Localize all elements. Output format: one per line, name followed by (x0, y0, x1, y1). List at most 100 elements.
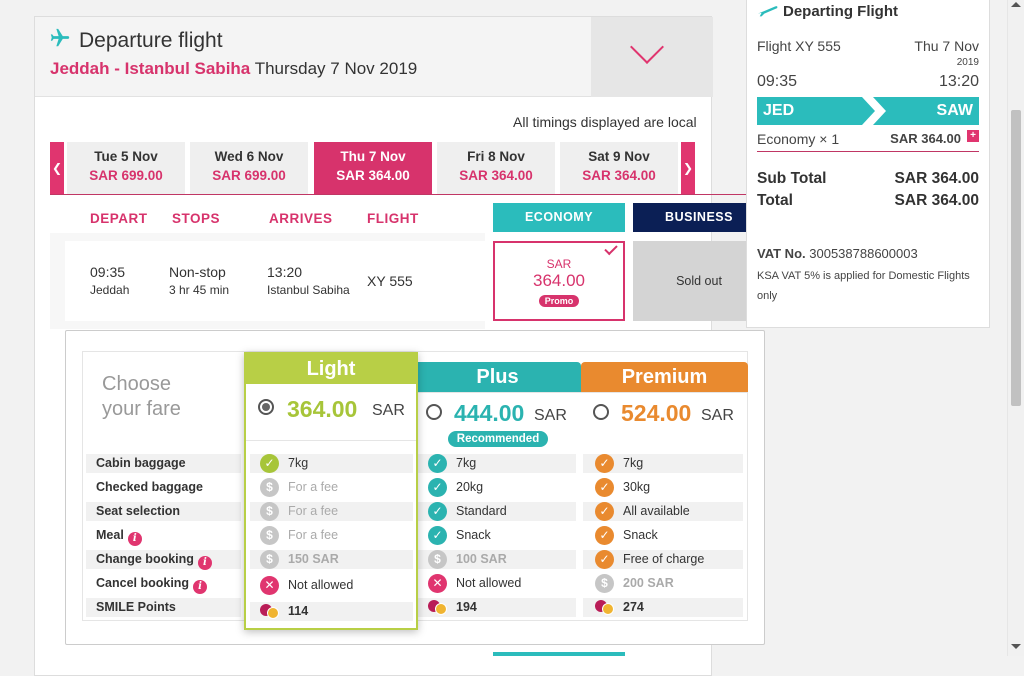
smile-points-icon (428, 598, 447, 617)
timing-note: All timings displayed are local (513, 114, 697, 130)
economy-price: 364.00 (533, 271, 585, 290)
summary-flight-number: Flight XY 555 (757, 38, 841, 54)
date-tab-day: Fri 8 Nov (467, 149, 525, 164)
feature-label-text: Cancel booking (96, 576, 190, 590)
feature-value: 7kg (288, 456, 309, 470)
feature-value: Free of charge (623, 552, 705, 566)
premium-smile-points: 274 (595, 598, 755, 617)
info-icon[interactable]: i (127, 532, 142, 546)
page-title: Departure flight (79, 29, 223, 52)
premium-meal: ✓ Snack (595, 526, 755, 545)
next-dates-button[interactable]: ❯ (681, 142, 695, 194)
fare-plus-header[interactable]: Plus (414, 362, 581, 392)
flight-row (65, 241, 485, 321)
light-checked-baggage: $ For a fee (260, 478, 420, 497)
total-value: SAR 364.00 (894, 192, 979, 209)
scrollbar-thumb[interactable] (1011, 110, 1021, 406)
fare-light-card[interactable]: Light 364.00 SAR ✓ 7kg $ For a fee $ For a … (244, 352, 418, 630)
fare-plus-radio[interactable] (426, 404, 442, 420)
light-cancel-booking: ✕ Not allowed (260, 576, 420, 595)
feature-value: Snack (456, 528, 491, 542)
total-label: Total (757, 192, 793, 209)
feature-label: Checked baggage (96, 480, 203, 494)
light-change-booking: $150 SAR (260, 550, 420, 569)
feature-value: 200 SAR (623, 576, 674, 590)
feature-label: Cancel booking i (96, 576, 208, 594)
summary-arr-time: 13:20 (938, 73, 979, 90)
promo-badge: Promo (538, 295, 580, 307)
date-tab-price: SAR 364.00 (459, 168, 533, 183)
economy-class-header[interactable]: ECONOMY (493, 203, 625, 232)
info-icon[interactable]: i (193, 580, 208, 594)
plane-icon (50, 28, 70, 47)
plus-change-booking: $100 SAR (428, 550, 588, 569)
check-icon: ✓ (428, 478, 447, 497)
date-tab-fri-8-nov[interactable]: Fri 8 Nov SAR 364.00 (437, 142, 555, 194)
route-date: Thursday 7 Nov 2019 (254, 59, 418, 78)
feature-label: SMILE Points (96, 600, 176, 614)
feature-value: 20kg (456, 480, 484, 494)
date-tab-price: SAR 364.00 (582, 168, 656, 183)
vat-note: KSA VAT 5% is applied for Domestic Fligh… (757, 270, 970, 302)
feature-value: Standard (456, 504, 507, 518)
date-tab-tue-5-nov[interactable]: Tue 5 Nov SAR 699.00 (67, 142, 185, 194)
smile-points-icon (260, 602, 279, 621)
plus-icon[interactable]: + (967, 130, 979, 142)
dollar-icon: $ (428, 550, 447, 569)
feature-value: 150 SAR (288, 552, 339, 566)
dollar-icon: $ (260, 550, 279, 569)
feature-value: All available (623, 504, 690, 518)
chevron-down-icon (630, 30, 664, 64)
feature-value: 7kg (456, 456, 477, 470)
date-tab-day: Sat 9 Nov (588, 149, 650, 164)
info-icon[interactable]: i (197, 556, 212, 570)
fare-light-radio[interactable] (258, 399, 274, 415)
check-icon: ✓ (260, 454, 279, 473)
summary-divider (757, 151, 979, 152)
date-tab-sat-9-nov[interactable]: Sat 9 Nov SAR 364.00 (560, 142, 678, 194)
check-icon: ✓ (595, 454, 614, 473)
subtotal-label: Sub Total (757, 170, 827, 187)
flight-header: Departure flight Jeddah - Istanbul Sabih… (35, 17, 713, 97)
summary-title: Departing Flight (783, 3, 898, 20)
check-icon: ✓ (428, 502, 447, 521)
route-name: Jeddah - Istanbul Sabiha (50, 59, 251, 78)
choose-line-2: your fare (102, 398, 181, 420)
destination-code: SAW (873, 97, 979, 125)
fare-light-header: Light (246, 354, 416, 384)
recommended-badge: Recommended (448, 431, 548, 447)
fare-premium-header[interactable]: Premium (581, 362, 748, 392)
premium-seat-selection: ✓ All available (595, 502, 755, 521)
feature-value: Not allowed (456, 576, 522, 590)
depart-city: Jeddah (90, 283, 130, 297)
feature-label-text: Meal (96, 528, 124, 542)
scroll-down-arrow[interactable] (1011, 644, 1021, 649)
fare-light-price: 364.00 (287, 396, 358, 422)
choose-fare-label: Choose your fare (102, 372, 181, 422)
check-icon: ✓ (595, 502, 614, 521)
check-icon: ✓ (595, 550, 614, 569)
scroll-up-arrow[interactable] (1011, 2, 1021, 7)
prev-dates-button[interactable]: ❮ (50, 142, 64, 194)
choose-line-1: Choose (102, 373, 171, 395)
vat-line: VAT No. 300538788600003 (757, 246, 918, 261)
feature-value: For a fee (288, 528, 339, 542)
feature-value: 7kg (623, 456, 644, 470)
date-tab-price: SAR 699.00 (89, 168, 163, 183)
economy-fare-option[interactable]: SAR 364.00 Promo (493, 241, 625, 321)
fare-premium-radio[interactable] (593, 404, 609, 420)
feature-value: 194 (456, 600, 477, 614)
route-bar: JED SAW (757, 97, 979, 125)
dollar-icon: $ (260, 478, 279, 497)
date-tab-thu-7-nov[interactable]: Thu 7 Nov SAR 364.00 (314, 142, 432, 194)
duration-value: 3 hr 45 min (169, 283, 230, 297)
collapse-toggle[interactable] (591, 17, 713, 97)
check-icon: ✓ (428, 454, 447, 473)
feature-label: Seat selection (96, 504, 181, 518)
date-tab-wed-6-nov[interactable]: Wed 6 Nov SAR 699.00 (190, 142, 308, 194)
feature-value: 274 (623, 600, 644, 614)
premium-change-booking: ✓ Free of charge (595, 550, 755, 569)
feature-value: 100 SAR (456, 552, 507, 566)
premium-cancel-booking: $200 SAR (595, 574, 755, 593)
economy-currency: SAR (546, 257, 572, 271)
